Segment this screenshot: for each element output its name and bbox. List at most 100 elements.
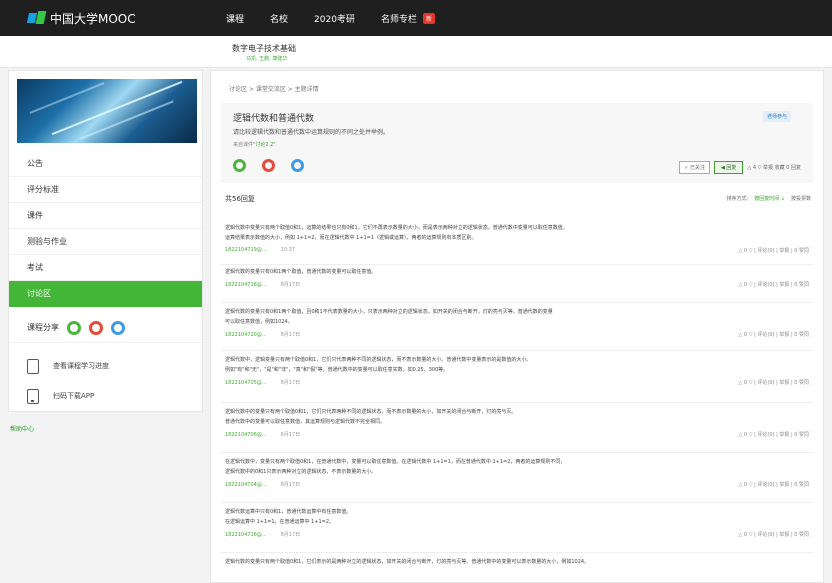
reply-author[interactable]: 1822104706@...: [225, 432, 267, 438]
sort-by-time[interactable]: 按回复时间 ↓: [754, 195, 785, 202]
reply-meta: 1822104706@... 8月17日: [225, 431, 300, 438]
nav-teacher-column[interactable]: 名师专栏 新: [381, 12, 435, 25]
qq-share-icon[interactable]: [291, 159, 304, 172]
qq-share-icon[interactable]: [111, 320, 125, 335]
reply-author[interactable]: 1822104704@...: [225, 482, 267, 488]
reply-actions[interactable]: △ 0 ▽ | 评论(0) | 举报 | 0 赞同: [739, 281, 810, 288]
post-source-link[interactable]: "讨论2.2": [253, 142, 276, 148]
reply-time: 8月17日: [280, 532, 301, 538]
help-center-link[interactable]: 帮助中心: [10, 424, 34, 433]
download-app-label: 扫码下载APP: [53, 392, 95, 400]
nav-kaoyan[interactable]: 2020考研: [314, 12, 355, 25]
reply-time: 8月17日: [280, 432, 301, 438]
sort-options: 排序方式: 按回复时间 ↓ 按投票数: [727, 195, 811, 202]
breadcrumb[interactable]: 讨论区 > 课堂交流区 > 主题详情: [229, 84, 319, 93]
reply-time: 8月17日: [280, 282, 301, 288]
nav-schools[interactable]: 名校: [270, 12, 288, 25]
course-header: 数字电子技术基础 马凯, 王鹏, 康建华: [0, 36, 832, 68]
reply-author[interactable]: 1822104719@...: [225, 247, 267, 253]
post-title: 逻辑代数和普通代数: [233, 114, 315, 124]
download-app-link[interactable]: 扫码下载APP: [9, 381, 202, 411]
post-source-label: 来自课件: [233, 142, 254, 148]
reply-author[interactable]: 1822104705@...: [225, 380, 267, 386]
sidebar-item-grading[interactable]: 评分标准: [9, 177, 202, 203]
sidebar-item-exam[interactable]: 考试: [9, 255, 202, 281]
share-label: 课程分享: [27, 323, 59, 332]
reply-actions[interactable]: △ 0 ▽ | 评论(0) | 举报 | 0 赞同: [739, 531, 810, 538]
sort-by-votes[interactable]: 按投票数: [791, 195, 811, 202]
logo-text: 中国大学MOOC: [50, 11, 136, 26]
reply-meta: 1822104705@... 8月17日: [225, 379, 300, 386]
reply-line: 逻辑代数中的0和1只表示两种对立的逻辑状态，不表示数量的大小。: [225, 469, 377, 475]
reply-meta: 1822104720@... 8月17日: [225, 331, 300, 338]
reply-actions[interactable]: △ 0 ▽ | 评论(0) | 举报 | 0 赞同: [739, 247, 810, 254]
reply-time: 8月17日: [280, 380, 301, 386]
phone-icon: [27, 388, 39, 404]
reply-content: 在逻辑代数中，变量只有两个取值0和1，在普通代数中，变量可以取任意数值。在逻辑代…: [225, 457, 785, 477]
reply-item: 逻辑代数中变量只有两个取值0和1，运算的结果也只有0和1，它们不再表示数量的大小…: [221, 223, 813, 265]
reply-content: 逻辑代数的变量只有0和1两个取值，普通代数的变量可以取任意值。: [225, 267, 785, 277]
teacher-participated-badge: 老师参与: [762, 111, 791, 122]
reply-meta: 1822104704@... 8月17日: [225, 481, 300, 488]
reply-item: 逻辑代数的变量只有0和1两个取值，且0和1不代表数量的大小，只表示两种对立的逻辑…: [221, 307, 813, 351]
course-cover-image: [17, 79, 197, 143]
sidebar-item-discussion[interactable]: 讨论区: [9, 281, 202, 307]
reply-item: 逻辑代数的变量只有0和1两个取值，普通代数的变量可以取任意值。 182210471…: [221, 267, 813, 303]
reply-meta: 1822104718@... 8月17日: [225, 281, 300, 288]
follow-button[interactable]: ✓ 已关注: [679, 161, 710, 174]
reply-actions[interactable]: △ 0 ▽ | 评论(0) | 举报 | 0 赞同: [739, 331, 810, 338]
reply-line: 可以取任意数值，例如1024。: [225, 319, 293, 325]
new-badge: 新: [422, 12, 435, 24]
sidebar-item-announcements[interactable]: 公告: [9, 151, 202, 177]
reply-line: 运算结果表示数值的大小，例如 1+1=2，而在逻辑代数中 1+1=1（逻辑或运算…: [225, 235, 477, 241]
reply-actions[interactable]: △ 0 ▽ | 评论(0) | 举报 | 0 赞同: [739, 481, 810, 488]
reply-line: 逻辑代数的变量只有0和1两个取值，且0和1不代表数量的大小，只表示两种对立的逻辑…: [225, 309, 553, 315]
reply-time: 10:37: [280, 247, 296, 253]
weibo-share-icon[interactable]: [262, 159, 275, 172]
main-nav: 课程 名校 2020考研 名师专栏 新: [226, 0, 435, 36]
reply-author[interactable]: 1822104716@...: [225, 532, 267, 538]
discussion-main: 讨论区 > 课堂交流区 > 主题详情 逻辑代数和普通代数 老师参与 请比较逻辑代…: [210, 70, 824, 583]
wechat-share-icon[interactable]: [67, 320, 81, 335]
reply-content: 逻辑代数的变量只有0和1两个取值，且0和1不代表数量的大小，只表示两种对立的逻辑…: [225, 307, 785, 327]
mooc-logo[interactable]: 中国大学MOOC: [26, 9, 136, 27]
reply-time: 8月17日: [280, 332, 301, 338]
reply-author[interactable]: 1822104720@...: [225, 332, 267, 338]
reply-actions[interactable]: △ 0 ▽ | 评论(0) | 举报 | 0 赞同: [739, 431, 810, 438]
reply-item: 逻辑代数运算中只有0和1，普通代数运算中有任意数值。 在逻辑运算中 1+1=1，在…: [221, 507, 813, 553]
reply-item: 逻辑代数中，逻辑变量只有两个取值0和1，它们只代表两种不同的逻辑状态，而不表示数…: [221, 355, 813, 403]
reply-line: 逻辑代数的变量只有两个取值0和1，它们表示的是两种对立的逻辑状态，如开关的闭合与…: [225, 559, 590, 565]
reply-line: 逻辑代数的变量只有0和1两个取值，普通代数的变量可以取任意值。: [225, 269, 377, 275]
reply-line: 逻辑代数运算中只有0和1，普通代数运算中有任意数值。: [225, 509, 352, 515]
reply-content: 逻辑代数运算中只有0和1，普通代数运算中有任意数值。 在逻辑运算中 1+1=1，在…: [225, 507, 785, 527]
reply-actions[interactable]: △ 0 ▽ | 评论(0) | 举报 | 0 赞同: [739, 379, 810, 386]
post-actions: ✓ 已关注 ◀ 回复 △ 4 ▽ 举报 收藏 0 回复: [679, 161, 801, 174]
top-navigation-bar: 中国大学MOOC 课程 名校 2020考研 名师专栏 新: [0, 0, 832, 36]
course-title[interactable]: 数字电子技术基础: [232, 43, 296, 54]
reply-content: 逻辑代数中变量只有两个取值0和1，运算的结果也只有0和1，它们不再表示数量的大小…: [225, 223, 785, 243]
reply-line: 在逻辑运算中 1+1=1，在普通运算中 1+1=2。: [225, 519, 335, 525]
nav-courses[interactable]: 课程: [226, 12, 244, 25]
reply-line: 普通代数中的变量可以取任意数值，其运算规则与逻辑代数不完全相同。: [225, 419, 386, 425]
post-stats[interactable]: △ 4 ▽ 举报 收藏 0 回复: [747, 164, 801, 171]
reply-count: 共56回复: [225, 195, 255, 203]
sidebar-item-quizzes[interactable]: 测验与作业: [9, 229, 202, 255]
reply-line: 例如"有"和"无"，"是"和"非"，"真"和"假"等，普通代数中的变量可以取任意…: [225, 367, 449, 373]
sort-label: 排序方式:: [726, 196, 749, 202]
course-sidebar: 公告 评分标准 课件 测验与作业 考试 讨论区 课程分享 查看课程学习进度 扫码…: [8, 70, 203, 412]
sidebar-item-courseware[interactable]: 课件: [9, 203, 202, 229]
course-teachers: 马凯, 王鹏, 康建华: [246, 56, 288, 62]
wechat-share-icon[interactable]: [233, 159, 246, 172]
reply-content: 逻辑代数中的变量只有两个取值0和1，它们只代表两种不同的逻辑状态，而不表示数量的…: [225, 407, 785, 427]
weibo-share-icon[interactable]: [89, 320, 103, 335]
post-share-icons: [233, 159, 304, 172]
reply-line: 逻辑代数中变量只有两个取值0和1，运算的结果也只有0和1，它们不再表示数量的大小…: [225, 225, 568, 231]
progress-document-icon: [27, 358, 39, 374]
reply-content: 逻辑代数中，逻辑变量只有两个取值0和1，它们只代表两种不同的逻辑状态，而不表示数…: [225, 355, 785, 375]
reply-author[interactable]: 1822104718@...: [225, 282, 267, 288]
progress-link[interactable]: 查看课程学习进度: [9, 351, 202, 381]
reply-meta: 1822104716@... 8月17日: [225, 531, 300, 538]
replies-header: 共56回复 排序方式: 按回复时间 ↓ 按投票数: [221, 191, 813, 207]
reply-button[interactable]: ◀ 回复: [713, 161, 744, 174]
reply-item: 在逻辑代数中，变量只有两个取值0和1，在普通代数中，变量可以取任意数值。在逻辑代…: [221, 457, 813, 503]
